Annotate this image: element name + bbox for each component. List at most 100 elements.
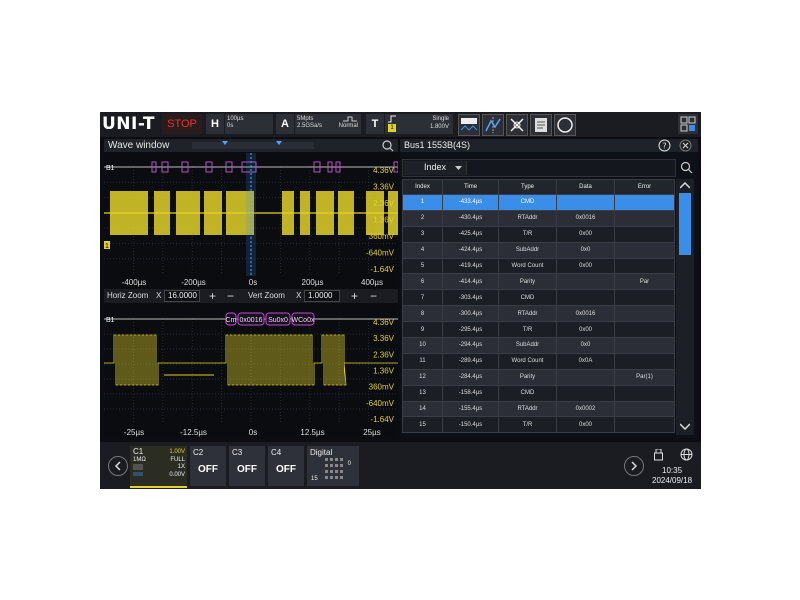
x-tick-label: 0s (249, 428, 257, 437)
scrollbar-thumb[interactable] (679, 193, 691, 255)
bottom-channel-bar: C1 1.00V 1MΩ FULL 1X 0.00V C2 OFF C3 OFF… (100, 442, 701, 489)
cell-index: 12 (402, 368, 443, 386)
table-row[interactable]: 10 -294.4µs SubAddr 0x0 (402, 337, 675, 354)
col-header-error[interactable]: Error (614, 179, 675, 195)
channel-1-box[interactable]: C1 1.00V 1MΩ FULL 1X 0.00V (130, 446, 187, 488)
trigger-key[interactable]: T (366, 114, 384, 134)
horizontal-key[interactable]: H (206, 114, 224, 134)
cell-index: 8 (402, 305, 443, 323)
cell-time: -414.4µs (442, 273, 499, 291)
table-row[interactable]: 14 -155.4µs RTAddr 0x0002 (402, 400, 675, 418)
y-tick-label: 4.36V (373, 166, 395, 175)
c2-state: OFF (198, 464, 218, 475)
scroll-up-icon[interactable] (680, 182, 690, 189)
cell-data: 0x0016 (556, 209, 615, 227)
c1-bandwidth: FULL (170, 457, 185, 463)
zoom-start-marker-icon[interactable] (222, 141, 228, 146)
table-row[interactable]: 6 -414.4µs Parity Par (402, 273, 675, 291)
table-row[interactable]: 3 -425.4µs T/R 0x00 (402, 225, 675, 243)
vert-zoom-minus-button[interactable]: − (370, 289, 377, 303)
usb-drive-icon (654, 449, 663, 461)
cell-error (614, 257, 675, 275)
waveform-view-icon[interactable] (458, 114, 480, 136)
search-icon[interactable] (382, 140, 394, 152)
table-row[interactable]: 9 -295.4µs T/R 0x00 (402, 321, 675, 339)
zoomed-waveform-plot[interactable]: B1 Cm 0x0016 Su0x0 WCo0x 4.36V 3.36V 2.36V 1.36V… (104, 305, 398, 438)
table-row[interactable]: 13 -158.4µs CMD (402, 384, 675, 402)
trigger-level-value: 1.800V (429, 124, 449, 130)
horiz-zoom-input[interactable]: 16.0000 (164, 290, 200, 302)
col-header-data[interactable]: Data (556, 179, 615, 195)
table-row[interactable]: 12 -284.4µs Parity Par(1) (402, 368, 675, 386)
coupling-icon (133, 464, 143, 470)
cell-data: 0x0 (556, 337, 615, 354)
cell-index: 3 (402, 225, 443, 243)
chevron-down-icon (455, 166, 462, 170)
digital-grid-icon (325, 458, 343, 479)
table-row[interactable]: 15 -150.4µs T/R 0x00 (402, 416, 675, 434)
digital-channels-box[interactable]: Digital 0 15 (307, 446, 359, 486)
brand-logo: UNI-T (102, 114, 156, 134)
channel-4-box[interactable]: C4 OFF (268, 446, 304, 486)
table-row[interactable]: 4 -424.4µs SubAddr 0x0 (402, 241, 675, 259)
svg-text:?: ? (662, 142, 666, 151)
math-analysis-icon[interactable] (506, 114, 528, 136)
table-scrollbar[interactable] (676, 179, 694, 435)
table-search-icon[interactable] (680, 161, 693, 174)
acquire-key[interactable]: A (276, 114, 294, 134)
channel-2-box[interactable]: C2 OFF (190, 446, 226, 486)
record-icon[interactable] (554, 114, 576, 136)
cell-type: T/R (498, 416, 557, 434)
main-waveform-plot[interactable]: B1 1 4.36V 3.36V 2.36V 1.36V 360mV -640mV -1.64V… (104, 153, 398, 288)
col-header-index[interactable]: Index (402, 179, 443, 195)
close-icon[interactable] (679, 139, 692, 152)
scroll-down-icon[interactable] (680, 423, 690, 430)
decode-field-label: Cm (226, 317, 237, 324)
cell-time: -419.4µs (442, 257, 499, 275)
cell-time: -295.4µs (442, 321, 499, 339)
run-stop-indicator[interactable]: STOP (162, 114, 202, 134)
col-header-time[interactable]: Time (442, 179, 499, 195)
cell-data: 0x0 (556, 241, 615, 259)
acquire-settings[interactable]: 5Mpts 2.5GSa/s Normal (295, 114, 361, 134)
horiz-zoom-plus-button[interactable]: + (209, 289, 216, 303)
table-row[interactable]: 2 -430.4µs RTAddr 0x0016 (402, 209, 675, 227)
table-row[interactable]: 5 -419.4µs Word Count 0x00 (402, 257, 675, 275)
zoom-end-marker-icon[interactable] (276, 141, 282, 146)
horiz-zoom-minus-button[interactable]: − (227, 289, 234, 303)
cell-type: SubAddr (498, 241, 557, 259)
vert-zoom-label: Vert Zoom (248, 291, 285, 300)
top-status-bar: UNI-T STOP H 100µs 0s A 5Mpts 2.5GSa/s N… (100, 112, 701, 137)
cell-data: 0x00 (556, 225, 615, 243)
document-icon[interactable] (530, 114, 552, 136)
zoom-region-slider[interactable] (192, 142, 314, 149)
trigger-settings[interactable]: 1 Single 1.800V (385, 114, 453, 134)
vert-zoom-multiplier: X (296, 291, 302, 300)
app-grid-icon[interactable] (678, 114, 698, 134)
x-tick-label: 0s (249, 278, 257, 287)
cell-error (614, 289, 675, 307)
c2-name: C2 (193, 448, 204, 457)
table-row[interactable]: 11 -289.4µs Word Count 0x0A (402, 352, 675, 370)
cell-data: 0x0016 (556, 305, 615, 323)
scroll-right-button[interactable] (624, 456, 644, 476)
rising-edge-icon (388, 115, 396, 123)
table-row[interactable]: 8 -300.4µs RTAddr 0x0016 (402, 305, 675, 323)
clock-time: 10:35 (662, 466, 683, 475)
index-dropdown[interactable]: Index (404, 161, 467, 175)
help-icon[interactable]: ? (658, 139, 671, 152)
horizontal-offset-value: 0s (227, 123, 234, 129)
vert-zoom-plus-button[interactable]: + (351, 289, 358, 303)
c1-offset: 0.00V (169, 472, 185, 478)
channel-3-box[interactable]: C3 OFF (229, 446, 265, 486)
cell-error (614, 225, 675, 243)
scroll-left-button[interactable] (108, 456, 128, 476)
col-header-type[interactable]: Type (498, 179, 557, 195)
cell-error (614, 321, 675, 339)
vert-zoom-input[interactable]: 1.0000 (304, 290, 340, 302)
table-row[interactable]: 1 -433.4µs CMD (402, 194, 675, 211)
cell-type: RTAddr (498, 209, 557, 227)
table-row[interactable]: 7 -303.4µs CMD (402, 289, 675, 307)
horizontal-settings[interactable]: 100µs 0s (225, 114, 273, 134)
cursor-measure-icon[interactable] (482, 114, 504, 136)
